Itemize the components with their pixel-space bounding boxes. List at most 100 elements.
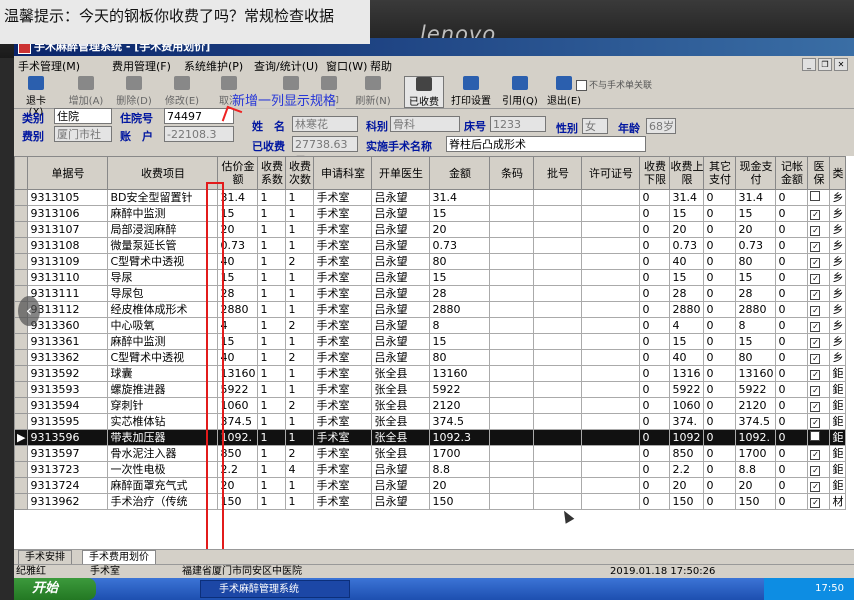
table-cell[interactable] bbox=[533, 237, 583, 254]
charged-field[interactable]: 27738.63元 bbox=[292, 136, 358, 167]
table-cell[interactable]: 1 bbox=[285, 333, 315, 350]
table-cell[interactable]: 1 bbox=[257, 253, 287, 270]
table-cell[interactable] bbox=[533, 301, 583, 318]
exit-card-button[interactable]: 退卡(X) bbox=[22, 76, 50, 118]
table-cell[interactable]: 手术室 bbox=[313, 189, 373, 206]
table-cell[interactable]: C型臂术中透视 bbox=[107, 349, 219, 366]
table-cell[interactable]: 1 bbox=[285, 205, 315, 222]
table-row[interactable]: 9313111 导尿包 28 1 1 手术室 吕永望 28 0 28 0 28 0 ✓ 乡 bbox=[14, 285, 847, 302]
table-cell[interactable]: 吕永望 bbox=[371, 461, 431, 478]
table-cell[interactable]: 张全县 bbox=[371, 397, 431, 414]
table-cell[interactable]: 15 bbox=[735, 333, 777, 350]
gender-field[interactable]: 女 bbox=[582, 118, 608, 134]
table-cell[interactable] bbox=[489, 365, 535, 382]
table-cell[interactable] bbox=[581, 205, 641, 222]
table-cell[interactable] bbox=[581, 381, 641, 398]
table-cell[interactable]: 1 bbox=[257, 237, 287, 254]
col-header[interactable]: 记帐金额 bbox=[775, 156, 809, 190]
table-cell[interactable]: 局部浸润麻醉 bbox=[107, 221, 219, 238]
table-cell[interactable]: 0 bbox=[703, 221, 737, 238]
table-cell[interactable]: 9313360 bbox=[27, 317, 109, 334]
medical-insurance-checkbox[interactable]: ✓ bbox=[810, 210, 821, 220]
table-cell[interactable]: 吕永望 bbox=[371, 317, 431, 334]
row-selector[interactable] bbox=[14, 349, 29, 366]
col-header[interactable]: 其它支付 bbox=[703, 156, 737, 190]
table-cell[interactable] bbox=[533, 269, 583, 286]
table-cell[interactable]: 手术室 bbox=[313, 381, 373, 398]
table-cell[interactable]: 0 bbox=[703, 413, 737, 430]
medical-insurance-checkbox[interactable]: ✓ bbox=[810, 242, 821, 252]
table-cell[interactable]: 1 bbox=[257, 461, 287, 478]
table-cell[interactable]: 1 bbox=[257, 349, 287, 366]
medical-insurance-checkbox[interactable]: ✓ bbox=[810, 290, 821, 300]
table-cell[interactable] bbox=[489, 237, 535, 254]
table-cell[interactable]: 0 bbox=[703, 461, 737, 478]
table-cell[interactable]: 0 bbox=[703, 205, 737, 222]
table-cell[interactable]: 乡 bbox=[829, 301, 847, 318]
table-cell[interactable]: 40 bbox=[669, 253, 705, 270]
table-cell[interactable]: 手术室 bbox=[313, 221, 373, 238]
table-cell[interactable]: ✓ bbox=[807, 397, 831, 414]
table-cell[interactable]: 1 bbox=[257, 477, 287, 494]
table-cell[interactable]: 13160 bbox=[735, 365, 777, 382]
refresh-button[interactable]: 刷新(N) bbox=[352, 76, 394, 107]
table-cell[interactable]: 张全县 bbox=[371, 445, 431, 462]
col-header[interactable]: 金额 bbox=[429, 156, 491, 190]
medical-insurance-checkbox[interactable]: ✓ bbox=[810, 386, 821, 396]
medical-insurance-checkbox[interactable]: ✓ bbox=[810, 338, 821, 348]
table-cell[interactable] bbox=[533, 349, 583, 366]
table-cell[interactable]: 4 bbox=[669, 317, 705, 334]
table-cell[interactable] bbox=[533, 317, 583, 334]
table-cell[interactable]: 9313106 bbox=[27, 205, 109, 222]
table-cell[interactable]: 0 bbox=[703, 301, 737, 318]
table-cell[interactable]: ✓ bbox=[807, 365, 831, 382]
table-cell[interactable]: 鉅 bbox=[829, 477, 847, 494]
table-cell[interactable]: 9313593 bbox=[27, 381, 109, 398]
table-cell[interactable]: 乡 bbox=[829, 205, 847, 222]
medical-insurance-checkbox[interactable] bbox=[810, 431, 821, 441]
row-selector[interactable] bbox=[14, 269, 29, 286]
table-cell[interactable] bbox=[489, 381, 535, 398]
table-cell[interactable]: 2 bbox=[285, 253, 315, 270]
row-selector[interactable] bbox=[14, 445, 29, 462]
table-cell[interactable]: ✓ bbox=[807, 237, 831, 254]
table-cell[interactable] bbox=[489, 413, 535, 430]
table-cell[interactable]: 手术室 bbox=[313, 205, 373, 222]
table-cell[interactable]: 0 bbox=[703, 333, 737, 350]
table-cell[interactable] bbox=[489, 285, 535, 302]
table-cell[interactable]: ✓ bbox=[807, 381, 831, 398]
table-cell[interactable]: 乡 bbox=[829, 221, 847, 238]
table-cell[interactable]: 20 bbox=[669, 477, 705, 494]
table-cell[interactable]: ✓ bbox=[807, 333, 831, 350]
table-cell[interactable] bbox=[533, 429, 583, 446]
table-cell[interactable]: 2880 bbox=[429, 301, 491, 318]
table-row[interactable]: 9313106 麻醉中监测 15 1 1 手术室 吕永望 15 0 15 0 15 0 ✓ 乡 bbox=[14, 205, 847, 222]
table-cell[interactable]: 850 bbox=[669, 445, 705, 462]
table-cell[interactable] bbox=[533, 253, 583, 270]
table-cell[interactable]: 手术室 bbox=[313, 285, 373, 302]
table-cell[interactable]: 0 bbox=[639, 205, 671, 222]
no-surgery-checkbox[interactable]: 不与手术单关联 bbox=[576, 78, 652, 91]
table-cell[interactable]: 1 bbox=[285, 493, 315, 510]
table-row[interactable]: ▶ 9313596 带表加压器 1092. 1 1 手术室 张全县 1092.3 0 1092 0 10… bbox=[14, 429, 847, 446]
table-cell[interactable]: 15 bbox=[669, 205, 705, 222]
table-cell[interactable]: 9313596 bbox=[27, 429, 109, 446]
table-cell[interactable]: 0 bbox=[775, 477, 809, 494]
table-cell[interactable]: 0 bbox=[775, 461, 809, 478]
table-cell[interactable]: 麻醉中监测 bbox=[107, 205, 219, 222]
table-cell[interactable] bbox=[489, 205, 535, 222]
table-cell[interactable]: 5922 bbox=[735, 381, 777, 398]
table-cell[interactable]: ✓ bbox=[807, 445, 831, 462]
table-row[interactable]: 9313962 手术治疗（传统 150 1 1 手术室 吕永望 150 0 150 0 150 0 ✓ 材 bbox=[14, 493, 847, 510]
table-cell[interactable]: 手术治疗（传统 bbox=[107, 493, 219, 510]
table-row[interactable]: 9313362 C型臂术中透视 40 1 2 手术室 吕永望 80 0 40 0 80 0 ✓ 乡 bbox=[14, 349, 847, 366]
table-cell[interactable]: 1 bbox=[257, 381, 287, 398]
table-cell[interactable] bbox=[581, 317, 641, 334]
table-cell[interactable]: 0 bbox=[775, 189, 809, 206]
table-cell[interactable]: ✓ bbox=[807, 477, 831, 494]
table-cell[interactable] bbox=[581, 333, 641, 350]
table-cell[interactable]: 1 bbox=[257, 429, 287, 446]
table-row[interactable]: 9313109 C型臂术中透视 40 1 2 手术室 吕永望 80 0 40 0 80 0 ✓ 乡 bbox=[14, 253, 847, 270]
table-cell[interactable]: 吕永望 bbox=[371, 253, 431, 270]
table-cell[interactable]: 40 bbox=[669, 349, 705, 366]
